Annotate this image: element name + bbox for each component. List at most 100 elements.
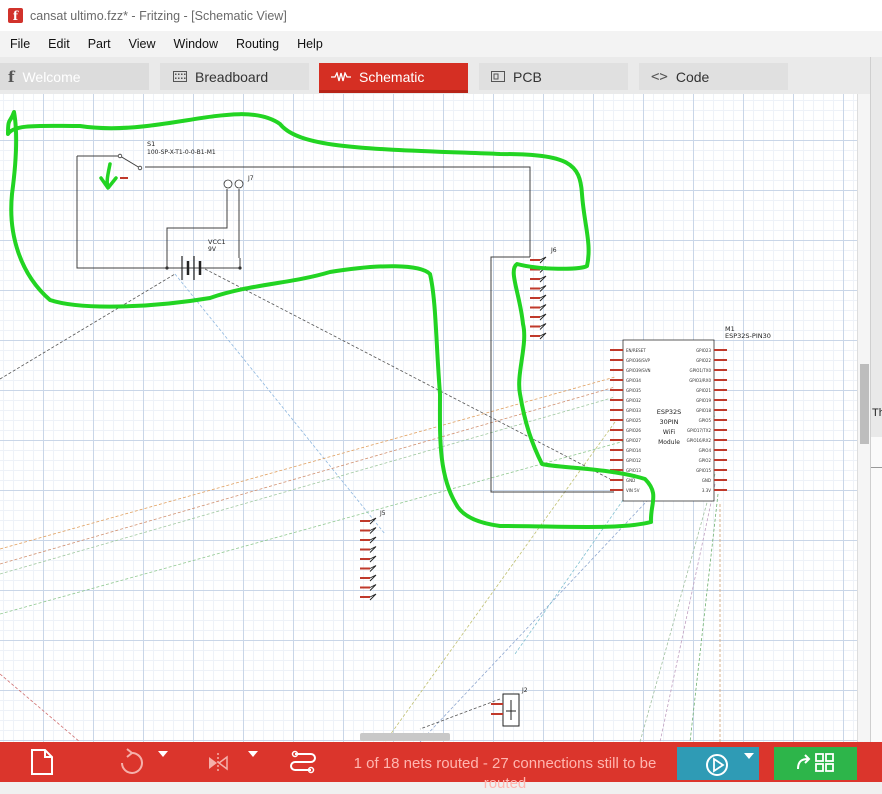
rotate-icon[interactable] xyxy=(114,746,170,778)
junction-dot xyxy=(165,266,169,270)
menu-bar: File Edit Part View Window Routing Help xyxy=(0,31,882,57)
j7-terminal xyxy=(234,179,244,189)
j5-ref: J5 xyxy=(379,510,386,517)
tab-welcome[interactable]: f Welcome xyxy=(0,63,149,90)
header-j6[interactable]: J6 xyxy=(530,247,557,340)
ratsnest-line xyxy=(0,673,81,742)
menu-help[interactable]: Help xyxy=(288,37,332,51)
horizontal-scrollbar-thumb[interactable] xyxy=(360,733,450,741)
tab-welcome-label: Welcome xyxy=(22,68,81,85)
m1-pin-label: VIN 5V xyxy=(626,488,640,493)
header-pin-symbol xyxy=(369,584,377,591)
fritzing-f-icon: f xyxy=(8,67,15,86)
menu-edit[interactable]: Edit xyxy=(39,37,79,51)
new-sketch-icon[interactable] xyxy=(27,746,57,778)
pcb-icon xyxy=(491,69,505,85)
vcc1-value: 9V xyxy=(208,246,217,253)
panel-divider xyxy=(871,467,882,468)
m1-pin-label: GPIO19 xyxy=(696,398,711,403)
tab-breadboard[interactable]: Breadboard xyxy=(160,63,309,90)
j5-pins xyxy=(360,517,377,601)
header-pin-symbol xyxy=(369,527,377,534)
hand-drawn-highlight-outline xyxy=(6,110,656,529)
schematic-canvas[interactable]: S1 100-SP-X-T1-0-0-B1-M1 J7 VCC1 9V J6 M… xyxy=(0,94,857,742)
m1-pin-label: GPIO32 xyxy=(626,398,641,403)
header-pin-symbol xyxy=(369,593,377,601)
flip-icon[interactable] xyxy=(205,746,261,778)
vcc1-ref: VCC1 xyxy=(208,238,226,246)
schematic-wave-icon xyxy=(331,69,351,85)
hand-drawn-arrow xyxy=(99,162,118,190)
vertical-scrollbar[interactable] xyxy=(857,94,871,742)
m1-pin-label: GPIO26 xyxy=(626,428,641,433)
routing-status-icon xyxy=(797,753,834,772)
wire xyxy=(490,256,614,493)
view-tab-bar: f Welcome Breadboard Schematic PCB <> Co… xyxy=(0,57,870,94)
menu-view[interactable]: View xyxy=(120,37,165,51)
header-pin-symbol xyxy=(539,275,547,283)
switch-contact xyxy=(117,153,123,159)
s1-name: 100-SP-X-T1-0-0-B1-M1 xyxy=(147,149,216,156)
menu-routing[interactable]: Routing xyxy=(227,37,288,51)
m1-name: ESP32S-PIN30 xyxy=(725,332,771,340)
header-j5[interactable]: J5 xyxy=(360,510,386,601)
ratsnest-line xyxy=(419,698,501,730)
share-play-button[interactable] xyxy=(677,747,759,780)
schematic-drawing: S1 100-SP-X-T1-0-0-B1-M1 J7 VCC1 9V J6 M… xyxy=(0,110,771,742)
m1-pin-label: GPIO34 xyxy=(626,378,641,383)
header-pin-symbol xyxy=(539,304,547,311)
code-brackets-icon: <> xyxy=(651,68,668,85)
chevron-down-icon xyxy=(248,751,258,757)
m1-pin-label: GPIO17/TX2 xyxy=(687,428,711,433)
routing-status-text: 1 of 18 nets routed - 27 connections sti… xyxy=(353,755,657,792)
header-pin-symbol xyxy=(369,574,377,582)
vertical-scrollbar-thumb[interactable] xyxy=(860,364,869,444)
chevron-down-icon xyxy=(158,751,168,757)
breadboard-icon xyxy=(173,69,187,85)
right-dock-panel: Th xyxy=(870,57,882,742)
chip-line: Module xyxy=(658,439,680,446)
header-pin-symbol xyxy=(539,323,547,330)
header-pin-symbol xyxy=(539,256,547,264)
m1-pin-label: 3.3V xyxy=(702,488,711,493)
m1-pin-label: GPIO1/TX0 xyxy=(690,368,712,373)
switch-contact xyxy=(137,165,143,171)
tab-code[interactable]: <> Code xyxy=(639,63,788,90)
ratsnest-line xyxy=(204,268,611,480)
menu-window[interactable]: Window xyxy=(165,37,227,51)
connector-j2[interactable]: J2 xyxy=(491,687,528,727)
tab-pcb-label: PCB xyxy=(513,68,542,85)
m1-pin-label: GPIO16/RX2 xyxy=(687,438,712,443)
m1-pin-label: GPIO35 xyxy=(626,388,641,393)
m1-pin-label: GPIO39/SVN xyxy=(626,368,651,373)
m1-pin-label: GPIO4 xyxy=(699,448,712,453)
m1-pin-label: GPIO33 xyxy=(626,408,641,413)
switch-s1[interactable]: S1 100-SP-X-T1-0-0-B1-M1 xyxy=(117,140,216,179)
tab-schematic[interactable]: Schematic xyxy=(319,63,468,93)
tab-breadboard-label: Breadboard xyxy=(195,68,269,85)
menu-part[interactable]: Part xyxy=(79,37,120,51)
m1-pin-label: GPIO5 xyxy=(699,418,712,423)
connector-j7[interactable]: J7 xyxy=(223,175,254,258)
m1-pin-label: GPIO27 xyxy=(626,438,641,443)
m1-pin-label: GPIO23 xyxy=(696,348,711,353)
parts-bin-panel[interactable] xyxy=(871,57,882,437)
header-pin-symbol xyxy=(369,565,377,572)
battery-vcc1[interactable]: VCC1 9V xyxy=(165,238,242,280)
routing-status-button[interactable] xyxy=(774,747,857,780)
ratsnest-line xyxy=(689,493,719,742)
menu-file[interactable]: File xyxy=(0,37,39,51)
j7-ref: J7 xyxy=(247,175,254,182)
bottom-toolbar: 1 of 18 nets routed - 27 connections sti… xyxy=(0,742,882,792)
m1-pin-label: GPIO22 xyxy=(696,358,711,363)
header-pin-symbol xyxy=(539,294,547,302)
ratsnest-line xyxy=(659,483,716,742)
header-pin-symbol xyxy=(369,536,377,544)
tab-schematic-label: Schematic xyxy=(359,68,425,85)
wire xyxy=(166,189,228,268)
active-tab-indicator xyxy=(319,90,468,93)
j6-ref: J6 xyxy=(550,247,557,254)
tab-pcb[interactable]: PCB xyxy=(479,63,628,90)
autoroute-icon[interactable] xyxy=(288,746,318,778)
title-bar: f cansat ultimo.fzz* - Fritzing - [Schem… xyxy=(0,0,882,31)
